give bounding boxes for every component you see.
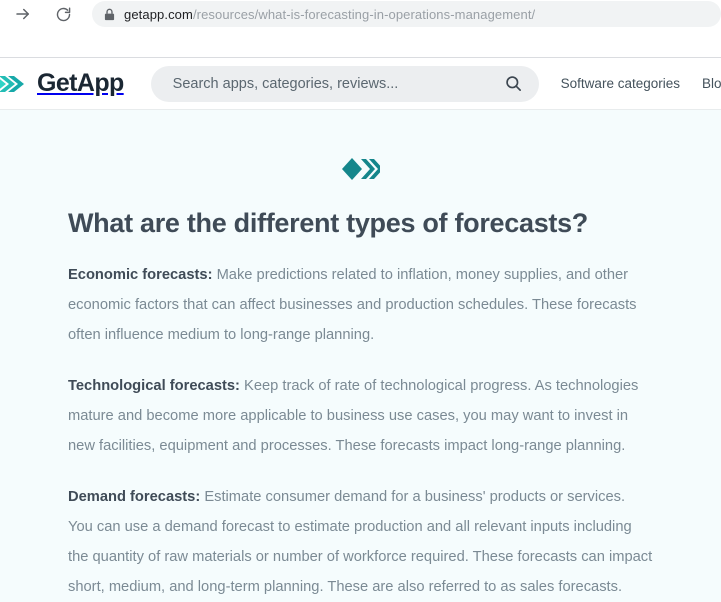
address-bar[interactable]: getapp.com/resources/what-is-forecasting… (92, 1, 721, 27)
header-nav: Software categories Blog & r (561, 76, 721, 91)
search-bar[interactable] (150, 65, 539, 102)
term-economic-forecasts: Economic forecasts: (68, 267, 213, 283)
paragraph-technological-forecasts: Technological forecasts: Keep track of r… (68, 371, 653, 461)
lock-icon (104, 8, 115, 21)
page-content: What are the different types of forecast… (0, 110, 721, 598)
url-domain: getapp.com (124, 6, 193, 22)
page-title: What are the different types of forecast… (68, 208, 589, 238)
getapp-logo[interactable]: GetApp (0, 69, 124, 98)
reload-icon[interactable] (48, 1, 78, 27)
nav-item-blog-resources[interactable]: Blog & r (702, 76, 721, 91)
search-icon[interactable] (504, 74, 523, 93)
forward-arrow-icon[interactable] (8, 1, 38, 27)
nav-item-software-categories[interactable]: Software categories (561, 76, 680, 91)
teal-diamond-chevrons-icon (0, 110, 721, 180)
browser-toolbar: getapp.com/resources/what-is-forecasting… (0, 0, 721, 58)
brand-name: GetApp (37, 69, 124, 97)
search-input[interactable] (170, 74, 504, 93)
article-content: What are the different types of forecast… (0, 208, 653, 602)
url-path: /resources/what-is-forecasting-in-operat… (192, 6, 536, 22)
paragraph-demand-forecasts: Demand forecasts: Estimate consumer dema… (68, 482, 653, 602)
term-technological-forecasts: Technological forecasts: (68, 378, 240, 394)
url-text: getapp.com/resources/what-is-forecasting… (124, 7, 535, 22)
site-header: GetApp Software categories Blog & r (0, 58, 721, 110)
getapp-chevrons-icon (0, 70, 36, 98)
paragraph-economic-forecasts: Economic forecasts: Make predictions rel… (68, 260, 653, 350)
term-demand-forecasts: Demand forecasts: (68, 489, 201, 505)
